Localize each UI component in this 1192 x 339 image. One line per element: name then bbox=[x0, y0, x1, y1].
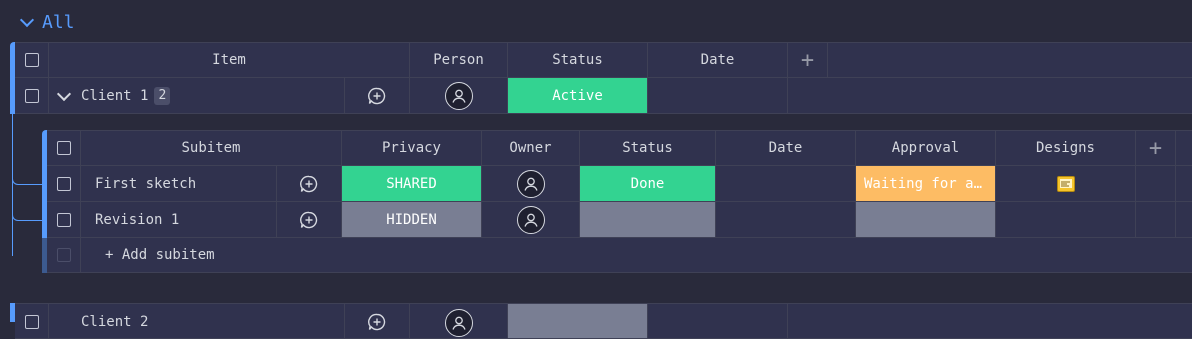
row-checkbox-disabled bbox=[56, 248, 71, 262]
column-header-item[interactable]: Item bbox=[49, 43, 410, 78]
select-all-checkbox[interactable] bbox=[56, 141, 71, 155]
avatar[interactable] bbox=[444, 309, 473, 337]
row-checkbox[interactable] bbox=[56, 176, 71, 191]
group-header[interactable]: All bbox=[19, 8, 75, 36]
add-update-icon[interactable] bbox=[367, 312, 387, 332]
designs-cell[interactable] bbox=[996, 166, 1136, 202]
avatar[interactable] bbox=[516, 169, 545, 198]
table-header-row: Item Person Status Date + bbox=[15, 42, 1192, 78]
column-header-designs[interactable]: Designs bbox=[996, 131, 1136, 166]
owner-cell[interactable] bbox=[482, 166, 580, 202]
select-all-checkbox[interactable] bbox=[24, 53, 39, 67]
add-subitem-row[interactable]: + Add subitem bbox=[47, 238, 1192, 273]
add-subitem-column-button[interactable]: + bbox=[1136, 131, 1176, 166]
column-header-sub-status[interactable]: Status bbox=[580, 131, 716, 166]
row-filler bbox=[788, 78, 1192, 114]
subitem-row[interactable]: Revision 1 HIDDEN bbox=[47, 202, 1192, 238]
plus-icon: + bbox=[1148, 135, 1163, 161]
item-name-cell[interactable]: Client 1 2 bbox=[49, 78, 345, 114]
updates-cell[interactable] bbox=[277, 166, 342, 202]
avatar[interactable] bbox=[516, 205, 545, 234]
owner-cell[interactable] bbox=[482, 202, 580, 238]
header-filler bbox=[828, 43, 1192, 78]
select-all-cell[interactable] bbox=[15, 43, 49, 78]
updates-cell[interactable] bbox=[345, 78, 410, 114]
sub-date-cell[interactable] bbox=[716, 166, 856, 202]
add-update-icon[interactable] bbox=[299, 174, 319, 194]
designs-cell[interactable] bbox=[996, 202, 1136, 238]
row-checkbox[interactable] bbox=[24, 88, 39, 103]
row-checkbox[interactable] bbox=[56, 212, 71, 227]
sub-status-cell[interactable] bbox=[580, 202, 716, 238]
approval-cell[interactable]: Waiting for a… bbox=[856, 166, 996, 202]
table-row[interactable]: Client 2 bbox=[15, 303, 1192, 339]
table-row[interactable]: Client 1 2 Active bbox=[15, 78, 1192, 114]
status-cell[interactable]: Active bbox=[508, 78, 648, 114]
avatar[interactable] bbox=[444, 81, 473, 110]
subitem-count-badge[interactable]: 2 bbox=[154, 86, 171, 105]
plus-icon: + bbox=[800, 47, 815, 73]
column-header-subitem[interactable]: Subitem bbox=[81, 131, 342, 166]
subitem-name-cell[interactable]: Revision 1 bbox=[81, 202, 277, 238]
file-icon[interactable] bbox=[1056, 175, 1075, 192]
column-header-owner[interactable]: Owner bbox=[482, 131, 580, 166]
header-filler bbox=[1176, 131, 1192, 166]
date-cell[interactable] bbox=[648, 78, 788, 114]
row-filler bbox=[1176, 202, 1192, 238]
privacy-cell[interactable]: SHARED bbox=[342, 166, 482, 202]
row-select-cell[interactable] bbox=[47, 202, 81, 238]
row-select-cell[interactable] bbox=[47, 166, 81, 202]
row-checkbox[interactable] bbox=[24, 315, 39, 329]
subitem-connector bbox=[12, 114, 43, 185]
column-header-date[interactable]: Date bbox=[648, 43, 788, 78]
user-icon bbox=[451, 316, 466, 330]
user-icon bbox=[523, 177, 538, 191]
column-header-sub-date[interactable]: Date bbox=[716, 131, 856, 166]
subitems-header-row: Subitem Privacy Owner Status Date Approv… bbox=[47, 130, 1192, 166]
column-header-privacy[interactable]: Privacy bbox=[342, 131, 482, 166]
add-subitem-button[interactable]: + Add subitem bbox=[81, 238, 1192, 273]
row-select-cell[interactable] bbox=[15, 78, 49, 114]
column-header-status[interactable]: Status bbox=[508, 43, 648, 78]
updates-cell[interactable] bbox=[277, 202, 342, 238]
item-name[interactable]: Client 2 bbox=[81, 314, 148, 330]
column-header-person[interactable]: Person bbox=[410, 43, 508, 78]
row-select-cell bbox=[47, 238, 81, 273]
approval-cell[interactable] bbox=[856, 202, 996, 238]
user-icon bbox=[523, 213, 538, 227]
chevron-down-icon[interactable] bbox=[56, 86, 72, 101]
row-filler bbox=[1176, 166, 1192, 202]
add-update-icon[interactable] bbox=[367, 86, 387, 106]
column-header-approval[interactable]: Approval bbox=[856, 131, 996, 166]
subitem-row[interactable]: First sketch SHARED Done Waiting for a… bbox=[47, 166, 1192, 202]
subitems-select-all-cell[interactable] bbox=[47, 131, 81, 166]
sub-status-cell[interactable]: Done bbox=[580, 166, 716, 202]
sub-date-cell[interactable] bbox=[716, 202, 856, 238]
row-spacer bbox=[1136, 166, 1176, 202]
chevron-down-icon[interactable] bbox=[19, 12, 35, 28]
subitem-connector bbox=[12, 184, 43, 221]
subitem-name-cell[interactable]: First sketch bbox=[81, 166, 277, 202]
add-column-button[interactable]: + bbox=[788, 43, 828, 78]
user-icon bbox=[451, 89, 466, 103]
item-name[interactable]: Client 1 bbox=[81, 88, 148, 104]
privacy-cell[interactable]: HIDDEN bbox=[342, 202, 482, 238]
person-cell[interactable] bbox=[410, 78, 508, 114]
group-title[interactable]: All bbox=[42, 12, 75, 33]
add-update-icon[interactable] bbox=[299, 210, 319, 230]
row-spacer bbox=[1136, 202, 1176, 238]
